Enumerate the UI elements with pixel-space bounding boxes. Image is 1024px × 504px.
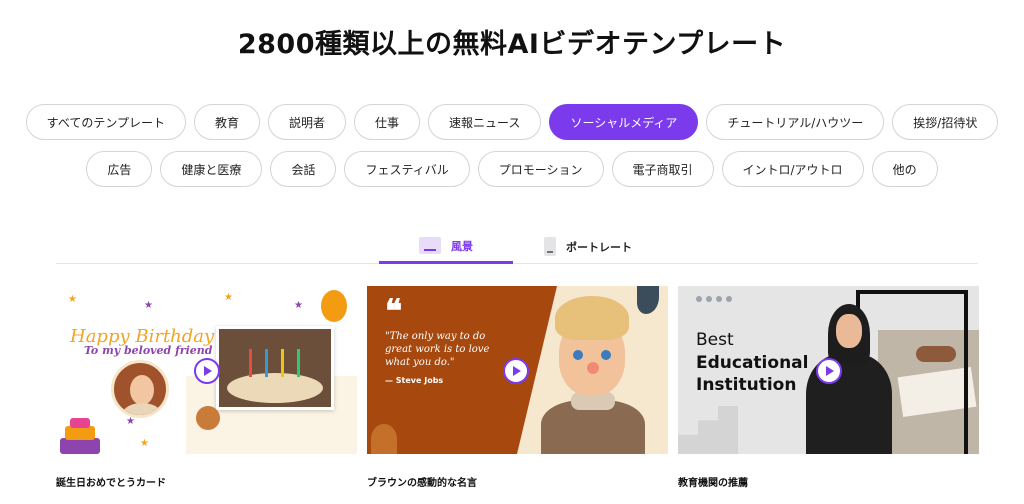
category-chip-breaking-news[interactable]: 速報ニュース [428,104,542,140]
play-icon[interactable] [816,358,842,384]
category-chip-tutorial-howto[interactable]: チュートリアル/ハウツー [706,104,885,140]
category-chip-education[interactable]: 教育 [193,104,260,140]
template-card-brown-quote[interactable]: ❝ "The only way to do great work is to l… [367,286,668,489]
star-icon: ★ [224,292,233,303]
orientation-tabs: 風景 ポートレート [56,230,978,264]
play-icon[interactable] [503,358,529,384]
tab-portrait[interactable]: ポートレート [544,230,632,263]
template-title[interactable]: 誕生日おめでとうカード [56,474,357,489]
landscape-icon [419,237,441,254]
decorative-dots [696,296,732,302]
balloon-illustration [321,290,347,322]
thumbnail-quote: "The only way to do great work is to lov… [385,331,490,368]
category-chip-festival[interactable]: フェスティバル [344,151,470,187]
template-thumbnail[interactable]: ★ ★ ★ ★ ★ ★ Happy Birthday To my beloved… [56,286,357,454]
stairs-graphic [678,406,738,454]
category-chip-promotion[interactable]: プロモーション [477,151,604,187]
leaf-illustration [371,424,397,454]
thumbnail-heading: Best [696,330,734,350]
category-chip-explainer[interactable]: 説明者 [268,104,347,140]
category-chip-health-medical[interactable]: 健康と医療 [160,151,263,187]
thumbnail-subheading: Educational Institution [696,352,808,396]
tab-landscape-label: 風景 [451,239,473,253]
category-filter-row-2: 広告 健康と医療 会話 フェスティバル プロモーション 電子商取引 イントロ/ア… [0,151,1024,187]
character-illustration [537,296,647,454]
template-thumbnail[interactable]: Best Educational Institution [678,286,979,454]
quote-icon: ❝ [385,292,403,330]
category-chip-greetings-invitations[interactable]: 挨拶/招待状 [892,104,999,140]
template-card-education[interactable]: Best Educational Institution 教育機関の推薦 [678,286,979,489]
avatar [111,360,169,418]
category-chip-all-templates[interactable]: すべてのテンプレート [25,104,186,140]
tab-portrait-label: ポートレート [566,240,632,254]
category-filter-row-1: すべてのテンプレート 教育 説明者 仕事 速報ニュース ソーシャルメディア チュ… [0,104,1024,140]
star-icon: ★ [144,300,153,311]
cake-illustration [60,404,100,454]
template-thumbnail[interactable]: ❝ "The only way to do great work is to l… [367,286,668,454]
category-chip-social-media[interactable]: ソーシャルメディア [549,104,699,140]
category-chip-work[interactable]: 仕事 [354,104,421,140]
star-icon: ★ [140,438,149,449]
cake-photo [216,326,334,410]
portrait-icon [544,237,556,256]
star-icon: ★ [294,300,303,311]
category-chip-intro-outro[interactable]: イントロ/アウトロ [721,151,864,187]
star-icon: ★ [126,416,135,427]
template-title[interactable]: ブラウンの感動的な名言 [367,474,668,489]
category-chip-ecommerce[interactable]: 電子商取引 [611,151,714,187]
tab-landscape[interactable]: 風景 [379,230,513,264]
thumbnail-author: — Steve Jobs [385,376,444,385]
star-icon: ★ [68,294,77,305]
category-chip-other[interactable]: 他の [871,151,938,187]
thumbnail-subheading-line-2: Institution [696,375,797,395]
page-title: 2800種類以上の無料AIビデオテンプレート [237,29,787,60]
play-icon[interactable] [194,358,220,384]
category-chip-advertising[interactable]: 広告 [86,151,153,187]
category-chip-conversation[interactable]: 会話 [270,151,337,187]
template-title[interactable]: 教育機関の推薦 [678,474,979,489]
cookie-illustration [196,406,220,430]
template-card-birthday[interactable]: ★ ★ ★ ★ ★ ★ Happy Birthday To my beloved… [56,286,357,489]
thumbnail-subheading-line-1: Educational [696,353,809,373]
thumbnail-subheading: To my beloved friend [84,344,213,357]
